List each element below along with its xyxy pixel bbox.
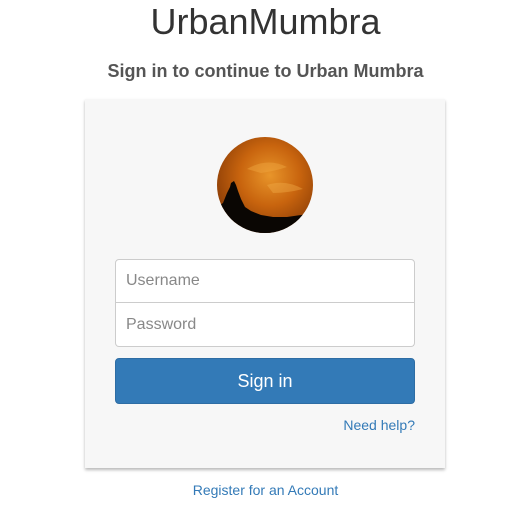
profile-photo-icon — [217, 137, 313, 233]
avatar — [217, 137, 313, 233]
login-card: Sign in Need help? — [85, 99, 445, 468]
username-input[interactable] — [115, 259, 415, 303]
page-subtitle: Sign in to continue to Urban Mumbra — [107, 61, 424, 81]
need-help-link[interactable]: Need help? — [343, 416, 415, 434]
password-input[interactable] — [115, 303, 415, 347]
login-page: UrbanMumbra Sign in to continue to Urban… — [0, 0, 531, 511]
register-account-link[interactable]: Register for an Account — [0, 481, 531, 499]
app-title: UrbanMumbra — [150, 1, 381, 42]
sign-in-button[interactable]: Sign in — [115, 358, 415, 404]
